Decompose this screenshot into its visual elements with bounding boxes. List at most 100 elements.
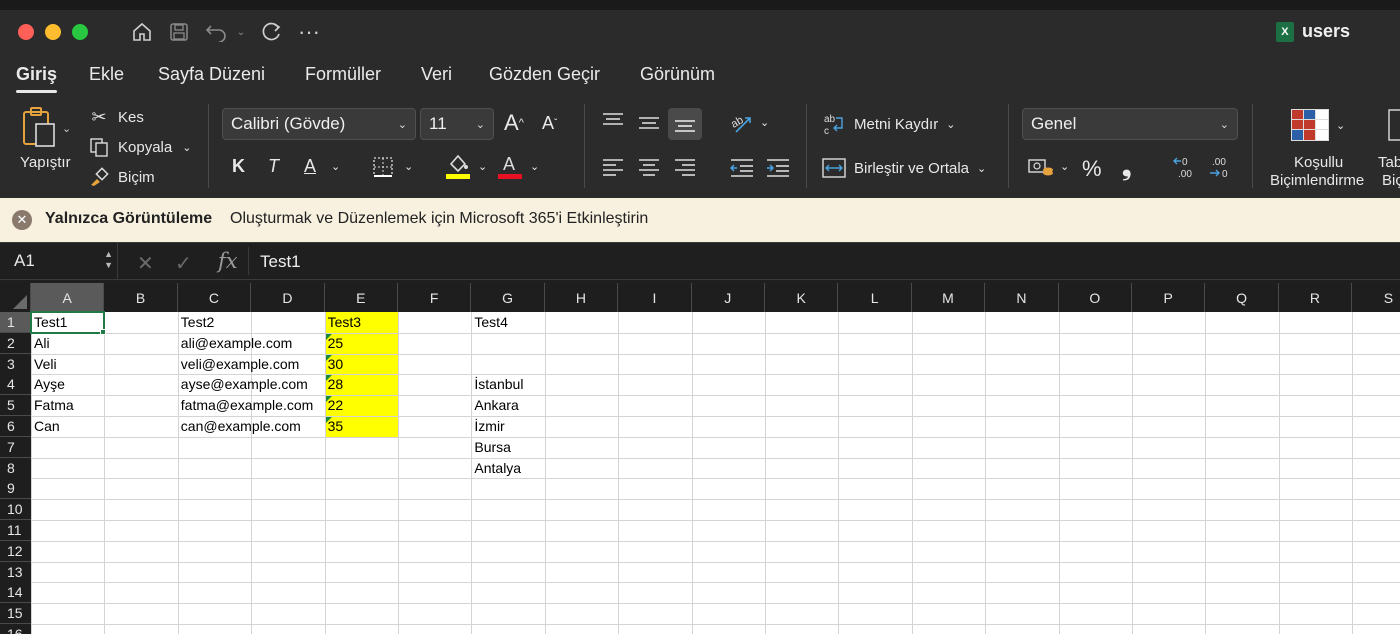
paste-icon[interactable]: ⌄	[20, 106, 78, 150]
cell-g5[interactable]: Ankara	[471, 395, 518, 416]
column-header-d[interactable]: D	[251, 283, 325, 312]
number-as-text-indicator[interactable]	[325, 354, 332, 361]
increase-indent-icon[interactable]	[766, 158, 790, 178]
format-as-table-icon[interactable]	[1388, 108, 1400, 142]
redo-icon[interactable]	[258, 20, 284, 44]
cell-e1[interactable]: Test3	[325, 312, 361, 333]
copy-dropdown-icon[interactable]: ⌄	[182, 141, 191, 154]
maximize-window-button[interactable]	[72, 24, 88, 40]
cell-g6[interactable]: İzmir	[471, 416, 504, 437]
cut-button[interactable]: ✂ Kes	[88, 106, 143, 128]
column-header-s[interactable]: S	[1352, 283, 1400, 312]
align-top-icon[interactable]	[602, 112, 624, 130]
row-header-11[interactable]: 11	[0, 520, 31, 541]
format-painter-button[interactable]: Biçim	[88, 166, 155, 188]
column-header-q[interactable]: Q	[1205, 283, 1279, 312]
row-header-10[interactable]: 10	[0, 499, 31, 521]
decrease-font-size-icon[interactable]: Aˇ	[542, 113, 557, 134]
copy-button[interactable]: Kopyala ⌄	[88, 136, 191, 158]
tab-sayfa-duzeni[interactable]: Sayfa Düzeni	[158, 64, 265, 85]
minimize-window-button[interactable]	[45, 24, 61, 40]
cell-g4[interactable]: İstanbul	[471, 374, 523, 395]
wrap-text-button[interactable]: ab c Metni Kaydır ⌄	[822, 112, 955, 136]
format-as-table-line2[interactable]: Biç	[1382, 172, 1400, 189]
column-header-j[interactable]: J	[691, 283, 765, 312]
font-color-dropdown-icon[interactable]: ⌄	[530, 160, 539, 173]
fill-color-icon[interactable]	[446, 152, 470, 180]
column-header-a[interactable]: A	[31, 283, 105, 312]
cell-a3[interactable]: Veli	[31, 354, 57, 375]
column-header-k[interactable]: K	[765, 283, 839, 312]
cancel-icon[interactable]: ✕	[137, 251, 154, 276]
number-as-text-indicator[interactable]	[325, 375, 332, 382]
fill-handle[interactable]	[100, 328, 107, 335]
tab-formuller[interactable]: Formüller	[305, 64, 381, 85]
align-left-icon[interactable]	[602, 158, 624, 178]
number-as-text-indicator[interactable]	[325, 396, 332, 403]
align-center-icon[interactable]	[638, 158, 660, 178]
number-as-text-indicator[interactable]	[325, 333, 332, 340]
orientation-dropdown-icon[interactable]: ⌄	[760, 116, 769, 129]
column-header-l[interactable]: L	[838, 283, 912, 312]
insert-function-icon[interactable]: fx	[218, 249, 238, 273]
column-header-b[interactable]: B	[104, 283, 178, 312]
undo-dropdown-icon[interactable]: ⌄	[234, 20, 248, 44]
name-box[interactable]: A1 ▲ ▼	[0, 243, 118, 279]
cell-c4[interactable]: ayse@example.com	[178, 374, 308, 395]
increase-decimal-icon[interactable]: 0.00	[1172, 154, 1198, 180]
name-box-stepper-icon[interactable]: ▲ ▼	[104, 249, 113, 271]
column-header-i[interactable]: I	[618, 283, 692, 312]
font-size-select[interactable]: 11 ⌄	[420, 108, 494, 140]
borders-icon[interactable]	[372, 156, 394, 178]
align-middle-icon[interactable]	[638, 114, 660, 132]
underline-button[interactable]: A	[304, 156, 316, 177]
column-header-e[interactable]: E	[324, 283, 398, 312]
close-notification-icon[interactable]: ✕	[12, 210, 32, 230]
row-header-1[interactable]: 1	[0, 312, 31, 333]
column-header-r[interactable]: R	[1278, 283, 1353, 312]
confirm-icon[interactable]: ✓	[175, 251, 192, 276]
row-header-4[interactable]: 4	[0, 374, 31, 396]
italic-button[interactable]: T	[268, 156, 279, 177]
decrease-decimal-icon[interactable]: .00 0	[1208, 154, 1234, 180]
merge-center-button[interactable]: Birleştir ve Ortala ⌄	[822, 156, 986, 180]
home-icon[interactable]	[130, 20, 154, 44]
cell-a2[interactable]: Ali	[31, 333, 50, 354]
undo-icon[interactable]	[204, 20, 230, 44]
tab-ekle[interactable]: Ekle	[89, 64, 124, 85]
row-header-2[interactable]: 2	[0, 332, 31, 354]
font-name-select[interactable]: Calibri (Gövde) ⌄	[222, 108, 416, 140]
tab-veri[interactable]: Veri	[421, 64, 452, 85]
borders-dropdown-icon[interactable]: ⌄	[404, 160, 413, 173]
accounting-dropdown-icon[interactable]: ⌄	[1060, 160, 1069, 173]
paste-button[interactable]: Yapıştır	[20, 154, 71, 171]
cell-c3[interactable]: veli@example.com	[178, 354, 299, 375]
tab-giris[interactable]: Giriş	[16, 64, 58, 93]
row-header-7[interactable]: 7	[0, 436, 31, 458]
conditional-formatting-icon[interactable]: ⌄	[1290, 108, 1345, 142]
notification-message[interactable]: Oluşturmak ve Düzenlemek için Microsoft …	[230, 210, 648, 228]
cell-c5[interactable]: fatma@example.com	[178, 395, 313, 416]
cell-a4[interactable]: Ayşe	[31, 374, 65, 395]
row-header-14[interactable]: 14	[0, 582, 31, 604]
column-header-f[interactable]: F	[398, 283, 472, 312]
more-icon[interactable]: ···	[296, 19, 322, 44]
row-header-16[interactable]: 16	[0, 624, 31, 634]
cell-g1[interactable]: Test4	[471, 312, 507, 333]
cell-c1[interactable]: Test2	[178, 312, 214, 333]
row-header-3[interactable]: 3	[0, 353, 31, 375]
fill-color-dropdown-icon[interactable]: ⌄	[478, 160, 487, 173]
save-icon[interactable]	[167, 20, 191, 44]
select-all-button[interactable]	[0, 283, 31, 312]
align-bottom-icon[interactable]	[668, 108, 702, 140]
column-header-p[interactable]: P	[1132, 283, 1206, 312]
row-header-12[interactable]: 12	[0, 540, 31, 562]
column-header-g[interactable]: G	[471, 283, 545, 312]
cell-a5[interactable]: Fatma	[31, 395, 74, 416]
cell-c6[interactable]: can@example.com	[178, 416, 301, 437]
cell-a6[interactable]: Can	[31, 416, 60, 437]
row-header-15[interactable]: 15	[0, 603, 31, 625]
align-right-icon[interactable]	[674, 158, 696, 178]
row-header-6[interactable]: 6	[0, 416, 31, 437]
conditional-formatting-line2[interactable]: Biçimlendirme	[1270, 172, 1364, 189]
